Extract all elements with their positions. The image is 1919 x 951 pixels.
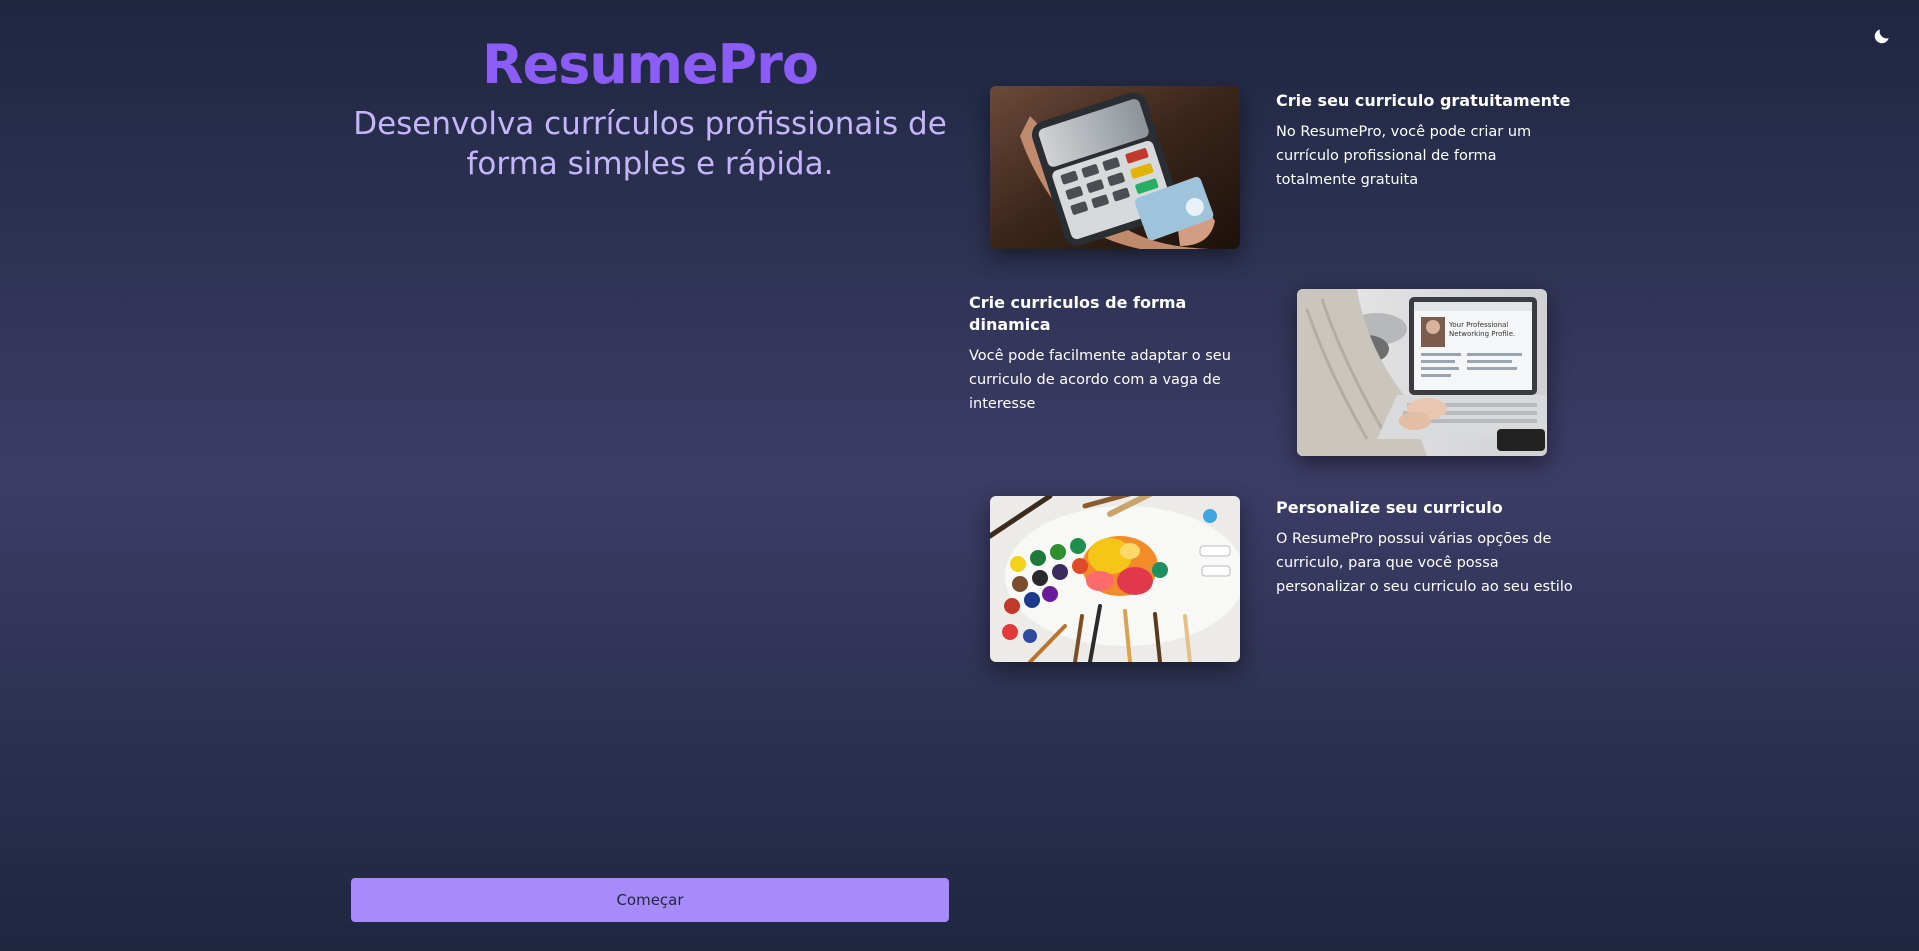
- feature-title: Crie seu curriculo gratuitamente: [1276, 91, 1571, 110]
- app-tagline: Desenvolva currículos profissionais de f…: [353, 106, 947, 182]
- feature-image-palette: [990, 496, 1240, 662]
- start-button[interactable]: Começar: [351, 878, 949, 922]
- feature-image-payment: [990, 86, 1240, 249]
- feature-description: O ResumePro possui várias opções de curr…: [1276, 531, 1573, 595]
- feature-card-3: Personalize seu curriculo O ResumePro po…: [1276, 497, 1576, 599]
- feature-description: No ResumePro, você pode criar um currícu…: [1276, 124, 1532, 188]
- feature-card-1: Crie seu curriculo gratuitamente No Resu…: [1276, 90, 1576, 192]
- laptop-screen-text: Your Professional: [1448, 321, 1508, 329]
- svg-text:Networking Profile.: Networking Profile.: [1449, 330, 1515, 338]
- theme-toggle-button[interactable]: [1870, 24, 1894, 48]
- feature-title: Crie curriculos de forma dinamica: [969, 293, 1187, 334]
- feature-card-2: Crie curriculos de forma dinamica Você p…: [969, 292, 1269, 416]
- feature-description: Você pode facilmente adaptar o seu curri…: [969, 348, 1231, 412]
- feature-image-laptop: Your Professional Networking Profile.: [1297, 289, 1547, 456]
- feature-title: Personalize seu curriculo: [1276, 498, 1503, 517]
- moon-icon: [1874, 29, 1889, 44]
- hero: ResumePro Desenvolva currículos profissi…: [351, 26, 949, 184]
- app-title: ResumePro: [482, 33, 819, 96]
